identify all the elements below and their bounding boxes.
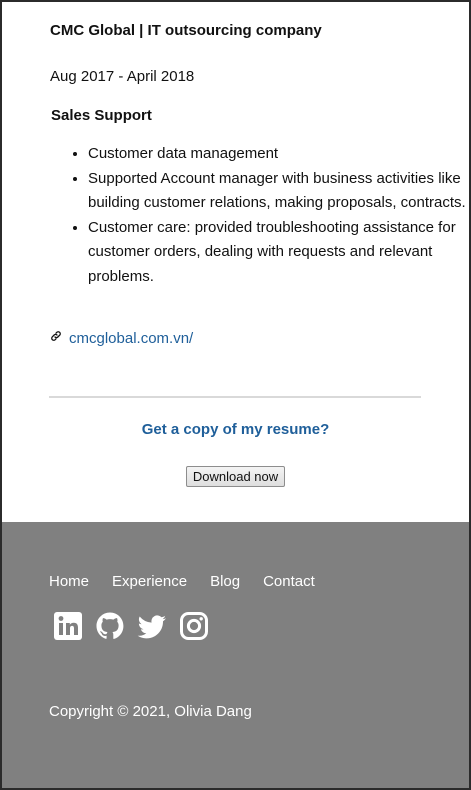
section-divider [49, 396, 421, 398]
social-links [52, 610, 210, 642]
copyright-text: Copyright © 2021, Olivia Dang [49, 703, 252, 720]
resume-cta-heading: Get a copy of my resume? [141, 421, 330, 438]
experience-section: CMC Global | IT outsourcing company Aug … [2, 2, 469, 522]
link-icon [51, 330, 61, 341]
job-role: Sales Support [51, 107, 152, 124]
linkedin-icon[interactable] [52, 610, 84, 642]
list-item: Customer care: provided troubleshooting … [88, 216, 468, 290]
company-link-row: cmcglobal.com.vn/ [50, 330, 193, 347]
company-link[interactable]: cmcglobal.com.vn/ [69, 330, 193, 347]
company-name: CMC Global | IT outsourcing company [50, 22, 322, 39]
footer-nav-home[interactable]: Home [49, 573, 89, 590]
footer-nav-experience[interactable]: Experience [112, 573, 187, 590]
footer-nav-contact[interactable]: Contact [263, 573, 315, 590]
footer-nav-blog[interactable]: Blog [210, 573, 240, 590]
duties-list: Customer data management Supported Accou… [50, 142, 468, 289]
list-item: Customer data management [88, 142, 468, 167]
footer: Home Experience Blog Contact Copyright ©… [2, 522, 469, 788]
download-resume-button[interactable]: Download now [186, 466, 285, 487]
twitter-icon[interactable] [136, 610, 168, 642]
instagram-icon[interactable] [178, 610, 210, 642]
list-item: Supported Account manager with business … [88, 167, 468, 216]
footer-nav: Home Experience Blog Contact [49, 573, 315, 590]
github-icon[interactable] [94, 610, 126, 642]
job-dates: Aug 2017 - April 2018 [50, 68, 195, 85]
page-frame: CMC Global | IT outsourcing company Aug … [0, 0, 471, 790]
